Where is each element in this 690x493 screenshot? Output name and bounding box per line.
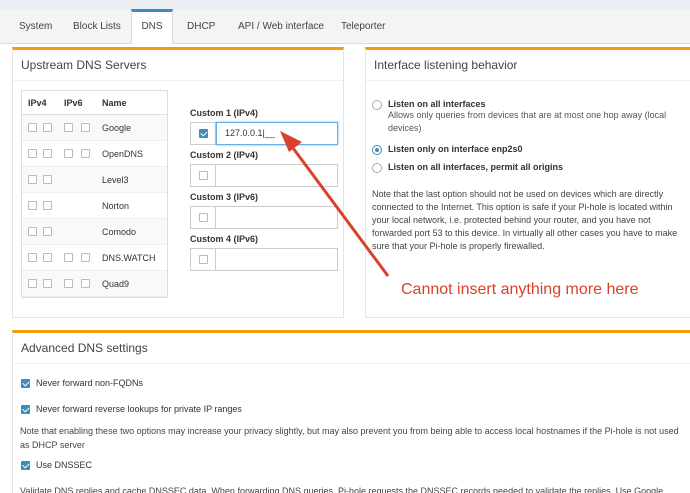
never-forward-non-fqdns-label: Never forward non-FQDNs: [36, 378, 144, 388]
use-dnssec-label: Use DNSSEC: [36, 460, 93, 470]
advanced-dns-box: Advanced DNS settings Never forward non-…: [12, 330, 690, 493]
settings-tabbar: System Block Lists DNS DHCP API / Web in…: [0, 9, 690, 44]
tab-dhcp[interactable]: DHCP: [185, 10, 217, 44]
option-never-forward-reverse[interactable]: Never forward reverse lookups for privat…: [21, 404, 242, 414]
option-never-forward-non-fqdns[interactable]: Never forward non-FQDNs: [21, 378, 143, 388]
option-use-dnssec[interactable]: Use DNSSEC: [21, 460, 92, 470]
tab-dns[interactable]: DNS: [131, 9, 173, 44]
never-forward-reverse-label: Never forward reverse lookups for privat…: [36, 404, 242, 414]
advanced-note: Note that enabling these two options may…: [20, 426, 679, 450]
dnssec-description: Validate DNS replies and cache DNSSEC da…: [20, 486, 664, 493]
tab-system[interactable]: System: [17, 10, 54, 44]
tab-block-lists[interactable]: Block Lists: [71, 10, 123, 44]
advanced-dns-title: Advanced DNS settings: [13, 333, 690, 364]
tab-api-web-interface[interactable]: API / Web interface: [236, 10, 326, 44]
never-forward-non-fqdns-checkbox[interactable]: [21, 378, 30, 388]
never-forward-reverse-checkbox[interactable]: [21, 404, 30, 414]
use-dnssec-checkbox[interactable]: [21, 460, 30, 470]
annotation-text: Cannot insert anything more here: [401, 281, 639, 298]
tab-teleporter[interactable]: Teleporter: [339, 10, 387, 44]
